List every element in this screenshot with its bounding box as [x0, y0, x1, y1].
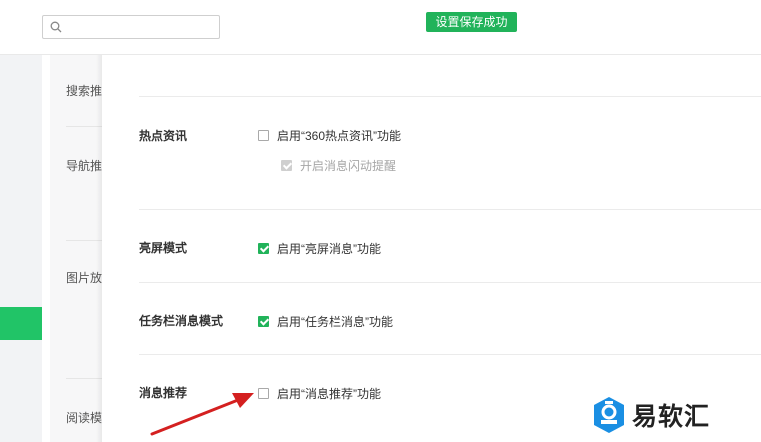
watermark-text: 易软汇: [632, 403, 711, 431]
annotation-arrow-icon: [150, 393, 254, 436]
watermark-logo: 易软汇: [592, 396, 710, 434]
logo-icon: [594, 397, 624, 433]
